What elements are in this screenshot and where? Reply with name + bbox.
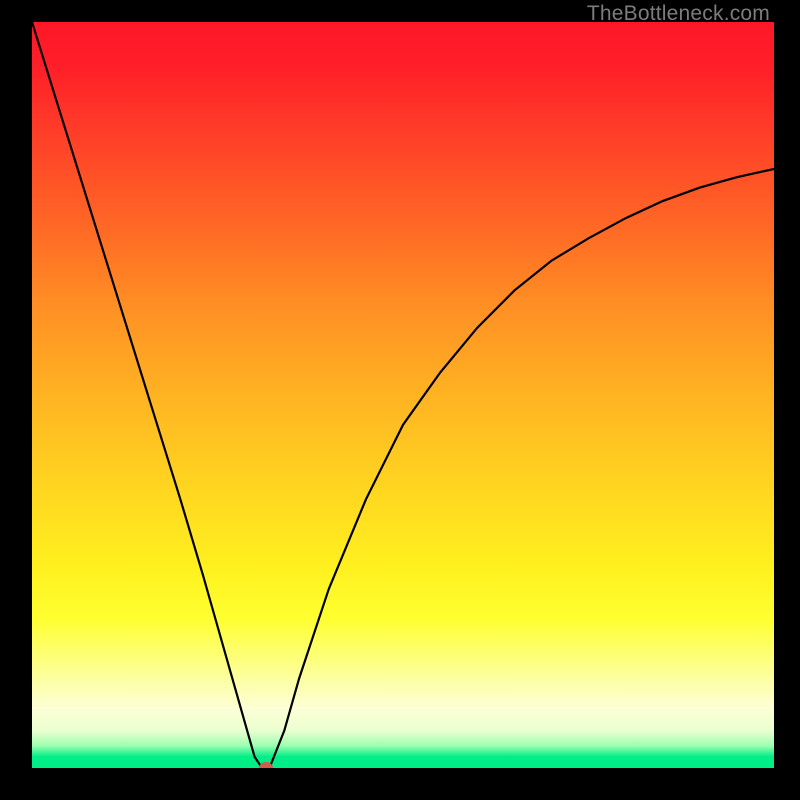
chart-frame: TheBottleneck.com [0, 0, 800, 800]
marker-dot [259, 762, 273, 768]
plot-area [32, 22, 774, 768]
bottleneck-curve [32, 22, 774, 768]
